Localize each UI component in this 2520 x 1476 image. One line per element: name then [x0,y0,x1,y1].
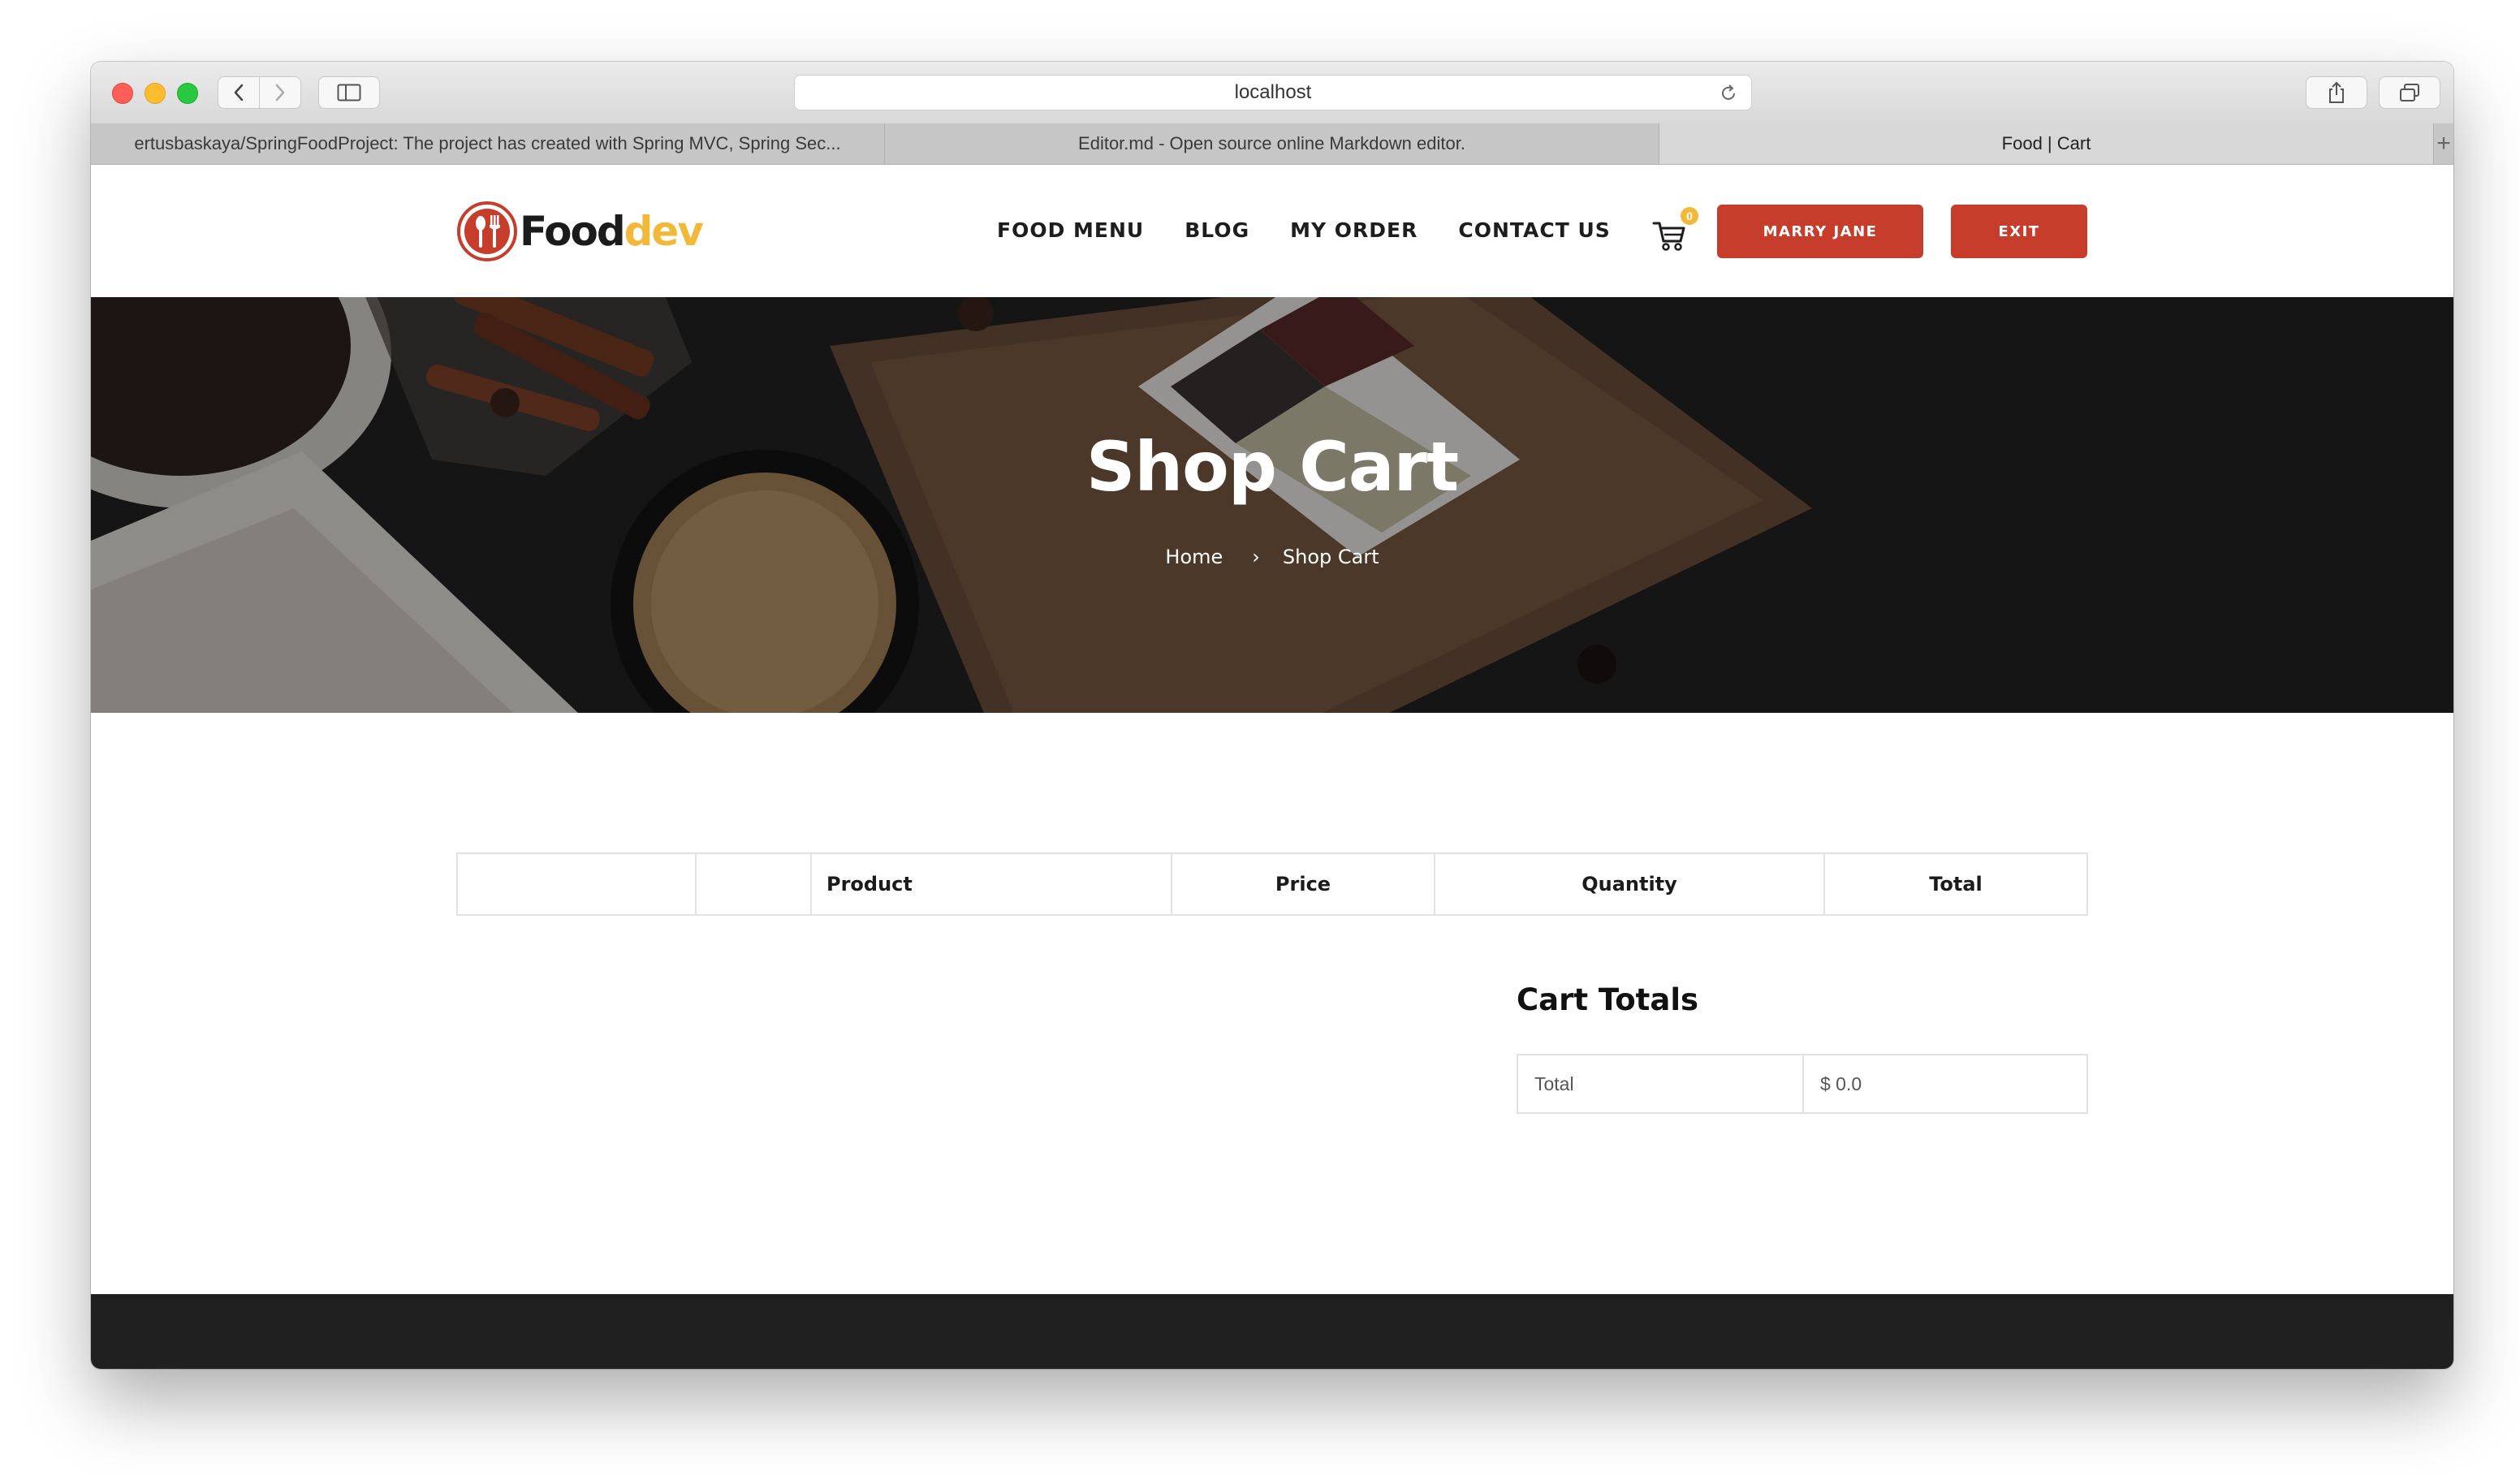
new-tab-icon[interactable]: + [2434,123,2453,164]
chevron-left-icon [234,84,244,101]
nav-my-order[interactable]: MY ORDER [1290,210,1418,251]
page-title: Shop Cart [1085,427,1459,507]
table-header-cell [458,854,697,914]
zoom-window-button[interactable] [177,83,198,104]
cart-totals-title: Cart Totals [1517,982,1699,1017]
fork-spoon-icon [457,201,517,261]
logo-dev-text: dev [624,208,704,255]
chevron-right-icon [275,84,285,101]
browser-tab-active[interactable]: Food | Cart [1659,123,2434,164]
cart-count-badge: 0 [1681,207,1698,225]
site-header: Fooddev FOOD MENU BLOG MY ORDER CONTACT … [91,165,2453,297]
hero-banner: Shop Cart Home › Shop Cart [91,297,2453,713]
main-navigation: FOOD MENU BLOG MY ORDER CONTACT US [997,210,1611,251]
back-button[interactable] [218,76,260,109]
sidebar-icon [337,84,361,101]
table-header-quantity: Quantity [1435,854,1825,914]
sidebar-toggle-button[interactable] [318,76,380,109]
cart-button[interactable]: 0 [1651,207,1698,254]
user-account-button[interactable]: MARRY JANE [1717,205,1923,258]
cart-table: Product Price Quantity Total [456,852,2088,916]
logo-text: Fooddev [520,208,704,255]
browser-window: localhost ertusbaskaya/SpringFoodProject… [91,62,2453,1369]
browser-toolbar: localhost [91,62,2453,124]
browser-tab[interactable]: Editor.md - Open source online Markdown … [885,123,1659,164]
nav-food-menu[interactable]: FOOD MENU [997,210,1144,251]
table-header-product: Product [812,854,1172,914]
close-window-button[interactable] [112,83,133,104]
cart-total-label: Total [1518,1055,1804,1112]
tab-bar: ertusbaskaya/SpringFoodProject: The proj… [91,123,2453,165]
cart-totals-table: Total $ 0.0 [1517,1054,2088,1114]
nav-blog[interactable]: BLOG [1184,210,1249,251]
site-footer [91,1294,2453,1369]
share-button[interactable] [2306,76,2367,109]
nav-contact-us[interactable]: CONTACT US [1458,210,1610,251]
table-header-total: Total [1929,873,1983,896]
breadcrumb-current: Shop Cart [1282,546,1379,568]
table-header-price: Price [1172,854,1435,914]
reload-icon[interactable] [1719,84,1738,103]
url-text: localhost [1234,81,1312,103]
cart-total-value: $ 0.0 [1820,1072,1862,1094]
tab-overview-button[interactable] [2379,76,2440,109]
breadcrumb: Home › Shop Cart [91,546,2453,568]
browser-tab[interactable]: ertusbaskaya/SpringFoodProject: The proj… [91,123,885,164]
chevron-right-icon: › [1252,546,1260,568]
forward-button[interactable] [259,76,301,109]
breadcrumb-home-link[interactable]: Home [1165,546,1223,568]
tabs-icon [2400,84,2419,101]
logo-food-text: Food [520,208,626,255]
address-bar[interactable]: localhost [794,75,1752,110]
site-logo[interactable]: Fooddev [456,199,704,264]
exit-button[interactable]: EXIT [1951,205,2087,258]
table-header-cell [697,854,812,914]
minimize-window-button[interactable] [145,83,166,104]
share-icon [2329,81,2344,103]
